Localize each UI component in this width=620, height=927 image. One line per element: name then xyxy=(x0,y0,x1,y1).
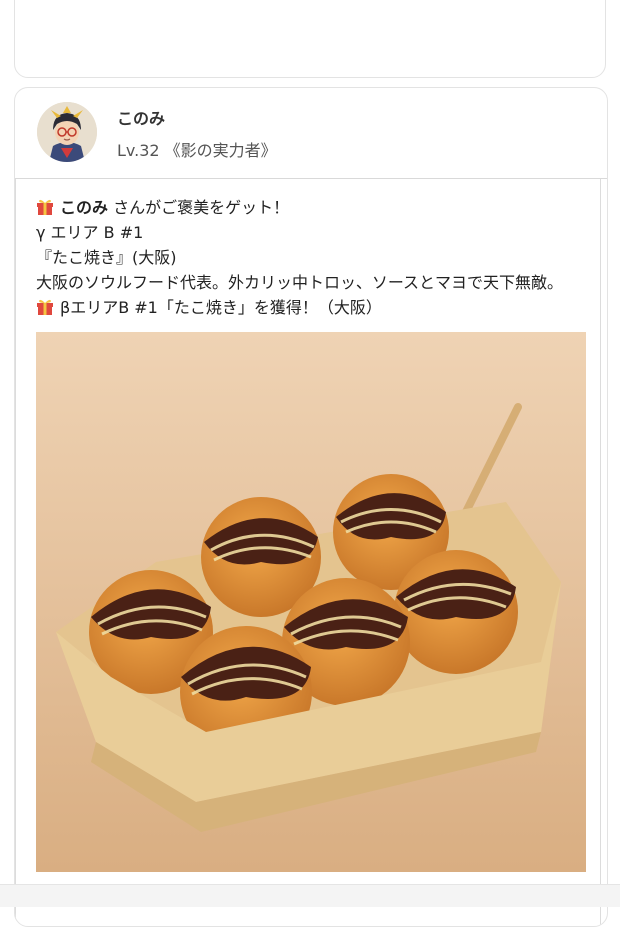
reward-text: さんがご褒美をゲット！ xyxy=(108,198,290,217)
gift-icon xyxy=(36,297,54,315)
post-card: このみ Lv.32 《影の実力者》 このみ さんがご褒美をゲット！ γ エリア … xyxy=(14,87,608,927)
previous-post-card xyxy=(14,0,606,78)
takoyaki-photo[interactable] xyxy=(36,332,586,872)
user-level: Lv.32 《影の実力者》 xyxy=(117,141,277,160)
acquired-line: βエリアB #1「たこ焼き」を獲得！（大阪） xyxy=(36,295,580,320)
post-body: このみ さんがご褒美をゲット！ γ エリア B #1 『たこ焼き』(大阪) 大阪… xyxy=(15,179,601,926)
post-header: このみ Lv.32 《影の実力者》 xyxy=(15,88,607,179)
reward-username: このみ xyxy=(60,198,109,217)
reward-line: このみ さんがご褒美をゲット！ xyxy=(36,195,580,220)
area-line: γ エリア B #1 xyxy=(36,223,144,242)
acquired-text: βエリアB #1「たこ焼き」を獲得！（大阪） xyxy=(60,298,382,317)
item-description: 大阪のソウルフード代表。外カリッ中トロッ、ソースとマヨで天下無敵。 xyxy=(36,273,564,292)
item-title-line: 『たこ焼き』(大阪) xyxy=(36,248,177,267)
username[interactable]: このみ xyxy=(117,105,165,129)
gift-icon xyxy=(36,197,54,215)
user-avatar[interactable] xyxy=(37,102,97,162)
bottom-bar xyxy=(0,884,620,907)
avatar-image xyxy=(37,102,97,162)
